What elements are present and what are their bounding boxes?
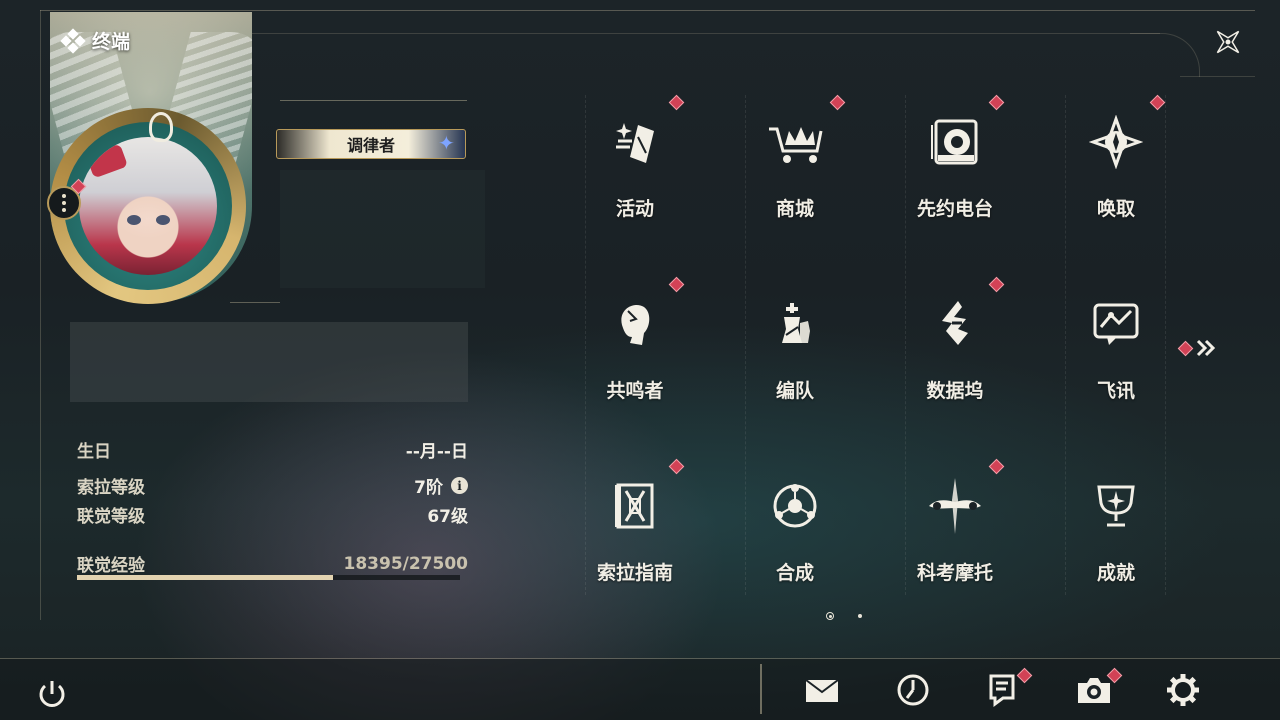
- player-name-area: [280, 170, 485, 288]
- stat-label: 联觉经验: [77, 556, 145, 576]
- signature-area[interactable]: [70, 322, 468, 402]
- menu-item-label: 数据坞: [926, 380, 984, 402]
- page-title-text: 终端: [92, 31, 131, 53]
- notification-badge: [1177, 340, 1194, 356]
- menu-item-synthesis[interactable]: 合成: [715, 464, 875, 614]
- menu-item-convene[interactable]: 唤取: [1036, 100, 1196, 250]
- avatar-portrait: [79, 137, 217, 275]
- dot: [62, 208, 66, 212]
- divider: [230, 302, 280, 303]
- menu-item-label: 科考摩托: [916, 562, 993, 584]
- stat-value: 7阶: [414, 478, 443, 498]
- menu-item-shop[interactable]: 商城: [715, 100, 875, 250]
- camera-icon: [1078, 678, 1110, 703]
- synthesis-icon: [763, 474, 827, 538]
- frame-line: [250, 33, 1160, 34]
- menu-item-team[interactable]: 编队: [715, 282, 875, 432]
- mail-icon: [805, 679, 839, 702]
- close-button[interactable]: [1206, 22, 1250, 62]
- stat-value: 67级: [427, 507, 468, 527]
- hair-bow: [85, 143, 129, 179]
- convene-star-icon: [1084, 110, 1148, 174]
- page-dot[interactable]: [858, 614, 862, 618]
- halo-decoration: [149, 112, 173, 142]
- menu-item-label: 先约电台: [916, 198, 993, 220]
- frame-line: [40, 10, 41, 620]
- page-indicator: [826, 612, 862, 620]
- avatar-frame: [64, 122, 232, 290]
- settings-button[interactable]: [1161, 668, 1205, 712]
- star-icon: ✦: [438, 131, 455, 155]
- exp-progress-fill: [77, 575, 334, 580]
- page-title: 终端: [60, 27, 131, 54]
- avatar-eye: [127, 215, 141, 225]
- next-page-button[interactable]: [1177, 338, 1217, 358]
- dot: [62, 201, 66, 205]
- clock-button[interactable]: [891, 668, 935, 712]
- menu-item-label: 索拉指南: [596, 562, 673, 584]
- menu-item-label: 活动: [615, 198, 654, 220]
- event-icon: [603, 110, 667, 174]
- info-icon[interactable]: i: [451, 477, 468, 494]
- menu-item-resonators[interactable]: 共鸣者: [555, 282, 715, 432]
- menu-item-label: 编队: [775, 380, 814, 402]
- divider: [280, 100, 467, 101]
- frame-line: [1180, 76, 1255, 77]
- stat-row-union-exp: 联觉经验 18395/27500: [77, 551, 469, 577]
- diamond-cluster-icon: [60, 27, 86, 54]
- divider: [0, 658, 1280, 659]
- guidebook-icon: [603, 474, 667, 538]
- data-bank-icon: [923, 292, 987, 356]
- gear-icon: [1167, 674, 1199, 706]
- title-badge-text: 调律者: [346, 136, 395, 155]
- stat-value: --月--日: [405, 442, 468, 462]
- menu-item-sola-guide[interactable]: 索拉指南: [555, 464, 715, 614]
- chat-bubble-icon: [1084, 292, 1148, 356]
- radio-icon: [923, 110, 987, 174]
- menu-item-label: 共鸣者: [606, 380, 664, 402]
- menu-item-motorbike[interactable]: 科考摩托: [875, 464, 1035, 614]
- resonator-head-icon: [603, 292, 667, 356]
- stat-row-birthday: 生日 --月--日: [77, 437, 468, 462]
- trophy-icon: [1084, 474, 1148, 538]
- exp-progress-bar: [77, 575, 460, 580]
- menu-item-data-bank[interactable]: 数据坞: [875, 282, 1035, 432]
- frame-curve: [1130, 33, 1200, 77]
- logout-button[interactable]: [30, 672, 74, 716]
- menu-item-label: 唤取: [1096, 198, 1135, 220]
- menu-item-label: 商城: [775, 198, 814, 220]
- menu-item-activity[interactable]: 活动: [555, 100, 715, 250]
- avatar-eye: [156, 215, 170, 225]
- exp-value: 18395/27500: [343, 553, 469, 574]
- stat-label: 索拉等级: [77, 478, 145, 498]
- divider: [760, 664, 762, 714]
- frame-line: [40, 10, 1255, 11]
- notice-icon: [989, 674, 1015, 707]
- menu-item-messages[interactable]: 飞讯: [1036, 282, 1196, 432]
- double-chevron-right-icon: [1196, 339, 1216, 357]
- motorbike-icon: [923, 474, 987, 538]
- power-icon: [39, 681, 65, 707]
- stat-row-union-level: 联觉等级 67级: [77, 502, 468, 527]
- menu-item-label: 成就: [1096, 562, 1135, 584]
- shop-crown-icon: [763, 110, 827, 174]
- stat-label: 联觉等级: [77, 507, 145, 527]
- stat-label: 生日: [77, 442, 111, 462]
- dot: [62, 194, 66, 198]
- menu-item-achievements[interactable]: 成就: [1036, 464, 1196, 614]
- mail-button[interactable]: [800, 668, 844, 712]
- stat-row-sola-level: 索拉等级 7阶 i: [77, 473, 468, 498]
- page-dot-active[interactable]: [826, 612, 834, 620]
- menu-item-label: 合成: [775, 562, 814, 584]
- menu-item-label: 飞讯: [1096, 380, 1135, 402]
- close-icon: [1216, 30, 1240, 54]
- team-chess-icon: [763, 292, 827, 356]
- clock-icon: [897, 674, 929, 706]
- menu-item-radio[interactable]: 先约电台: [875, 100, 1035, 250]
